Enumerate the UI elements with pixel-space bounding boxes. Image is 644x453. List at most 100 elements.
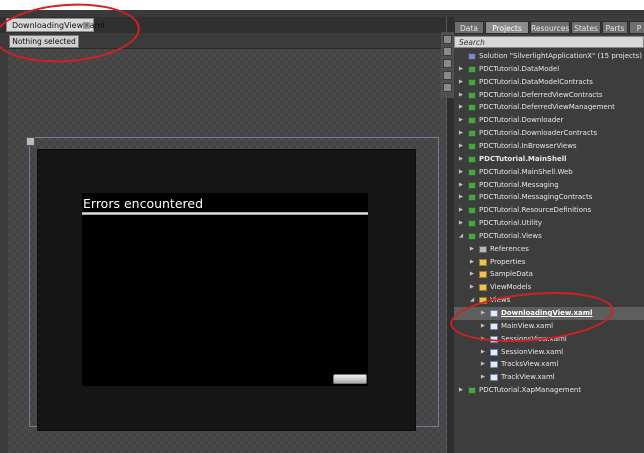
document-tab[interactable]: DownloadingView.xaml × [6, 18, 105, 32]
expand-arrow-icon[interactable]: ▶ [458, 217, 464, 230]
tree-item[interactable]: ▶ PDCTutorial.DeferredViewContracts [454, 89, 644, 102]
collapse-arrow-icon[interactable]: ◢ [458, 230, 464, 243]
tree-item[interactable]: ▶ PDCTutorial.Messaging [454, 179, 644, 192]
tool-button[interactable] [443, 71, 452, 80]
tree-item[interactable]: ▶ PDCTutorial.Downloader [454, 114, 644, 127]
project-icon [468, 207, 476, 215]
tab-resources[interactable]: Resources [530, 21, 570, 34]
expand-arrow-icon[interactable]: ▶ [458, 76, 464, 89]
tool-button[interactable] [443, 35, 452, 44]
tree-item[interactable]: ▶ PDCTutorial.MainShell [454, 153, 644, 166]
tree-item[interactable]: Solution "SilverlightApplicationX" (15 p… [454, 50, 644, 63]
tab-parts[interactable]: Parts [602, 21, 628, 34]
tree-item[interactable]: ◢ PDCTutorial.Views [454, 230, 644, 243]
expand-arrow-icon[interactable]: ▶ [458, 191, 464, 204]
expand-arrow-icon[interactable]: ▶ [458, 384, 464, 397]
expand-arrow-icon[interactable]: ▶ [480, 333, 486, 346]
tree-item[interactable]: ▶ TracksView.xaml [454, 358, 644, 371]
project-icon [468, 220, 476, 228]
expand-arrow-icon[interactable]: ▶ [458, 127, 464, 140]
tree-item-label: PDCTutorial.DataModel [479, 64, 560, 73]
panel-tab-bar: Data Projects Resources States Parts P [454, 21, 644, 34]
tree-item-label: TrackView.xaml [501, 373, 555, 382]
expand-arrow-icon[interactable]: ▶ [469, 243, 475, 256]
tree-item-label: Views [490, 296, 511, 305]
selection-status[interactable]: Nothing selected [9, 35, 79, 48]
expand-arrow-icon[interactable]: ▶ [480, 371, 486, 384]
xaml-file-icon [490, 335, 498, 343]
tab-projects[interactable]: Projects [485, 21, 529, 34]
tree-item[interactable]: ▶ PDCTutorial.DataModel [454, 63, 644, 76]
title-strip [0, 0, 644, 10]
tree-item[interactable]: ▶ PDCTutorial.MainShell.Web [454, 166, 644, 179]
tree-item-label: References [490, 244, 529, 253]
tree-item[interactable]: ▶ PDCTutorial.DownloaderContracts [454, 127, 644, 140]
error-dialog[interactable] [82, 193, 368, 386]
tree-item[interactable]: ▶ ViewModels [454, 281, 644, 294]
tree-item[interactable]: ▶ PDCTutorial.ResourceDefinitions [454, 204, 644, 217]
close-icon[interactable]: × [83, 22, 90, 29]
expand-arrow-icon[interactable]: ▶ [458, 153, 464, 166]
tool-button[interactable] [443, 83, 452, 92]
tab-data[interactable]: Data [454, 21, 484, 34]
tree-item[interactable]: ▶ PDCTutorial.XapManagement [454, 384, 644, 397]
tree-item-label: Properties [490, 257, 526, 266]
expand-arrow-icon[interactable]: ▶ [458, 166, 464, 179]
expand-arrow-icon[interactable]: ▶ [458, 204, 464, 217]
tree-item[interactable]: ▶ SessionsView.xaml [454, 333, 644, 346]
xaml-file-icon [490, 361, 498, 369]
tree-item[interactable]: ▶ PDCTutorial.MessagingContracts [454, 191, 644, 204]
project-icon [468, 194, 476, 202]
expand-arrow-icon[interactable]: ▶ [458, 101, 464, 114]
tree-item-label: PDCTutorial.MessagingContracts [479, 193, 593, 202]
project-icon [468, 168, 476, 176]
tree-item[interactable]: ◢ Views [454, 294, 644, 307]
tree-item[interactable]: ▶ PDCTutorial.DeferredViewManagement [454, 101, 644, 114]
tree-item[interactable]: ▶ TrackView.xaml [454, 371, 644, 384]
title-strip-border [0, 10, 644, 17]
artboard-handle[interactable] [26, 137, 35, 146]
expand-arrow-icon[interactable]: ▶ [469, 256, 475, 269]
tree-item[interactable]: ▶ SessionView.xaml [454, 346, 644, 359]
tree-item[interactable]: ▶ Properties [454, 256, 644, 269]
expand-arrow-icon[interactable]: ▶ [458, 140, 464, 153]
tree-item-label: PDCTutorial.Utility [479, 219, 543, 228]
expand-arrow-icon[interactable]: ▶ [469, 268, 475, 281]
expand-arrow-icon[interactable]: ▶ [480, 358, 486, 371]
expand-arrow-icon[interactable]: ▶ [458, 114, 464, 127]
tree-item-label: PDCTutorial.DataModelContracts [479, 77, 593, 86]
tree-item[interactable]: ▶ MainView.xaml [454, 320, 644, 333]
tree-item[interactable]: ▶ PDCTutorial.InBrowserViews [454, 140, 644, 153]
expand-arrow-icon[interactable]: ▶ [469, 281, 475, 294]
tree-item-label: PDCTutorial.ResourceDefinitions [479, 206, 592, 215]
tree-item[interactable]: ▶ PDCTutorial.DataModelContracts [454, 76, 644, 89]
expand-arrow-icon[interactable]: ▶ [480, 320, 486, 333]
expand-arrow-icon[interactable]: ▶ [458, 63, 464, 76]
tree-item[interactable]: ▶ References [454, 243, 644, 256]
expand-arrow-icon[interactable]: ▶ [480, 307, 486, 320]
collapse-arrow-icon[interactable]: ◢ [469, 294, 475, 307]
tool-button[interactable] [443, 47, 452, 56]
expand-arrow-icon[interactable]: ▶ [458, 179, 464, 192]
tab-p[interactable]: P [629, 21, 644, 34]
search-input[interactable]: Search [454, 36, 644, 48]
expand-arrow-icon[interactable]: ▶ [458, 89, 464, 102]
tree-item[interactable]: ▶ SampleData [454, 268, 644, 281]
dialog-button[interactable] [333, 374, 367, 384]
dialog-title: Errors encountered [83, 196, 204, 211]
tool-button[interactable] [443, 59, 452, 68]
tree-item-label: SessionsView.xaml [501, 334, 567, 343]
solution-icon [468, 53, 476, 60]
document-tab-label: DownloadingView.xaml [12, 21, 105, 30]
folder-icon [479, 284, 487, 292]
dialog-title-rule [82, 212, 368, 215]
expand-arrow-icon[interactable]: ▶ [480, 346, 486, 359]
project-tree: Solution "SilverlightApplicationX" (15 p… [454, 50, 644, 453]
tree-item[interactable]: ▶ PDCTutorial.Utility [454, 217, 644, 230]
xaml-file-icon [490, 310, 498, 317]
project-icon [468, 387, 476, 395]
tree-item[interactable]: ▶ DownloadingView.xaml [454, 307, 644, 320]
tree-item-label: PDCTutorial.DeferredViewContracts [479, 90, 603, 99]
project-icon [468, 130, 476, 138]
tab-states[interactable]: States [571, 21, 601, 34]
